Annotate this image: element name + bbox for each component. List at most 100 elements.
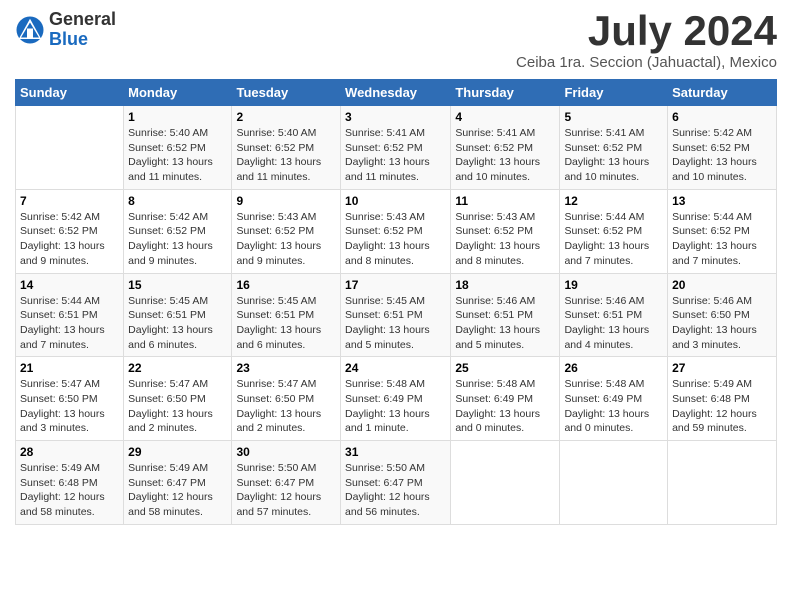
day-info: Sunrise: 5:45 AM Sunset: 6:51 PM Dayligh… <box>345 294 446 353</box>
calendar-cell: 11 Sunrise: 5:43 AM Sunset: 6:52 PM Dayli… <box>451 189 560 273</box>
calendar-cell: 2 Sunrise: 5:40 AM Sunset: 6:52 PM Daylig… <box>232 106 341 190</box>
logo-general-text: General <box>49 10 116 30</box>
calendar-cell: 4 Sunrise: 5:41 AM Sunset: 6:52 PM Daylig… <box>451 106 560 190</box>
calendar-cell: 7Sunrise: 5:42 AM Sunset: 6:52 PM Daylig… <box>16 189 124 273</box>
header-cell-thursday: Thursday <box>451 80 560 106</box>
day-number: 10 <box>345 194 446 208</box>
day-number: 8 <box>128 194 227 208</box>
day-number: 18 <box>455 278 555 292</box>
calendar-cell: 9 Sunrise: 5:43 AM Sunset: 6:52 PM Daylig… <box>232 189 341 273</box>
day-info: Sunrise: 5:43 AM Sunset: 6:52 PM Dayligh… <box>455 210 555 269</box>
calendar-cell: 10 Sunrise: 5:43 AM Sunset: 6:52 PM Dayli… <box>341 189 451 273</box>
day-info: Sunrise: 5:42 AM Sunset: 6:52 PM Dayligh… <box>20 210 119 269</box>
day-number: 1 <box>128 110 227 124</box>
calendar-table: SundayMondayTuesdayWednesdayThursdayFrid… <box>15 79 777 525</box>
title-area: July 2024 Ceiba 1ra. Seccion (Jahuactal)… <box>516 10 777 71</box>
calendar-cell: 8 Sunrise: 5:42 AM Sunset: 6:52 PM Daylig… <box>124 189 232 273</box>
day-number: 16 <box>236 278 336 292</box>
calendar-cell: 30 Sunrise: 5:50 AM Sunset: 6:47 PM Dayli… <box>232 441 341 525</box>
day-info: Sunrise: 5:47 AM Sunset: 6:50 PM Dayligh… <box>20 377 119 436</box>
day-number: 31 <box>345 445 446 459</box>
calendar-cell: 26Sunrise: 5:48 AM Sunset: 6:49 PM Dayli… <box>560 357 668 441</box>
day-number: 13 <box>672 194 772 208</box>
day-info: Sunrise: 5:42 AM Sunset: 6:52 PM Dayligh… <box>128 210 227 269</box>
day-info: Sunrise: 5:43 AM Sunset: 6:52 PM Dayligh… <box>236 210 336 269</box>
day-number: 26 <box>564 361 663 375</box>
day-number: 15 <box>128 278 227 292</box>
day-info: Sunrise: 5:46 AM Sunset: 6:50 PM Dayligh… <box>672 294 772 353</box>
calendar-cell: 29 Sunrise: 5:49 AM Sunset: 6:47 PM Dayli… <box>124 441 232 525</box>
week-row: 28 Sunrise: 5:49 AM Sunset: 6:48 PM Dayli… <box>16 441 777 525</box>
month-title: July 2024 <box>516 10 777 52</box>
calendar-cell: 31 Sunrise: 5:50 AM Sunset: 6:47 PM Dayli… <box>341 441 451 525</box>
day-number: 23 <box>236 361 336 375</box>
header-cell-monday: Monday <box>124 80 232 106</box>
calendar-cell: 25 Sunrise: 5:48 AM Sunset: 6:49 PM Dayli… <box>451 357 560 441</box>
calendar-cell: 12Sunrise: 5:44 AM Sunset: 6:52 PM Dayli… <box>560 189 668 273</box>
page-header: General Blue July 2024 Ceiba 1ra. Seccio… <box>15 10 777 71</box>
calendar-cell <box>451 441 560 525</box>
day-info: Sunrise: 5:48 AM Sunset: 6:49 PM Dayligh… <box>455 377 555 436</box>
day-info: Sunrise: 5:45 AM Sunset: 6:51 PM Dayligh… <box>128 294 227 353</box>
calendar-cell: 21Sunrise: 5:47 AM Sunset: 6:50 PM Dayli… <box>16 357 124 441</box>
header-row: SundayMondayTuesdayWednesdayThursdayFrid… <box>16 80 777 106</box>
day-number: 17 <box>345 278 446 292</box>
calendar-body: 1 Sunrise: 5:40 AM Sunset: 6:52 PM Daylig… <box>16 106 777 525</box>
calendar-header: SundayMondayTuesdayWednesdayThursdayFrid… <box>16 80 777 106</box>
day-number: 29 <box>128 445 227 459</box>
calendar-cell: 27Sunrise: 5:49 AM Sunset: 6:48 PM Dayli… <box>668 357 777 441</box>
calendar-cell: 14 Sunrise: 5:44 AM Sunset: 6:51 PM Dayli… <box>16 273 124 357</box>
logo-blue-text: Blue <box>49 30 116 50</box>
day-info: Sunrise: 5:42 AM Sunset: 6:52 PM Dayligh… <box>672 126 772 185</box>
day-info: Sunrise: 5:41 AM Sunset: 6:52 PM Dayligh… <box>564 126 663 185</box>
calendar-cell: 20Sunrise: 5:46 AM Sunset: 6:50 PM Dayli… <box>668 273 777 357</box>
calendar-cell <box>16 106 124 190</box>
location-title: Ceiba 1ra. Seccion (Jahuactal), Mexico <box>516 54 777 71</box>
calendar-cell: 3 Sunrise: 5:41 AM Sunset: 6:52 PM Daylig… <box>341 106 451 190</box>
day-info: Sunrise: 5:46 AM Sunset: 6:51 PM Dayligh… <box>455 294 555 353</box>
day-number: 28 <box>20 445 119 459</box>
calendar-cell: 19Sunrise: 5:46 AM Sunset: 6:51 PM Dayli… <box>560 273 668 357</box>
day-info: Sunrise: 5:41 AM Sunset: 6:52 PM Dayligh… <box>455 126 555 185</box>
logo: General Blue <box>15 10 116 50</box>
logo-icon <box>15 15 45 45</box>
day-number: 14 <box>20 278 119 292</box>
day-number: 25 <box>455 361 555 375</box>
calendar-cell: 1 Sunrise: 5:40 AM Sunset: 6:52 PM Daylig… <box>124 106 232 190</box>
day-number: 30 <box>236 445 336 459</box>
day-info: Sunrise: 5:50 AM Sunset: 6:47 PM Dayligh… <box>345 461 446 520</box>
calendar-cell <box>668 441 777 525</box>
day-number: 4 <box>455 110 555 124</box>
day-number: 6 <box>672 110 772 124</box>
header-cell-friday: Friday <box>560 80 668 106</box>
day-info: Sunrise: 5:49 AM Sunset: 6:47 PM Dayligh… <box>128 461 227 520</box>
day-info: Sunrise: 5:41 AM Sunset: 6:52 PM Dayligh… <box>345 126 446 185</box>
logo-text: General Blue <box>49 10 116 50</box>
day-info: Sunrise: 5:40 AM Sunset: 6:52 PM Dayligh… <box>128 126 227 185</box>
day-number: 27 <box>672 361 772 375</box>
day-number: 12 <box>564 194 663 208</box>
day-info: Sunrise: 5:48 AM Sunset: 6:49 PM Dayligh… <box>345 377 446 436</box>
day-info: Sunrise: 5:44 AM Sunset: 6:51 PM Dayligh… <box>20 294 119 353</box>
day-number: 3 <box>345 110 446 124</box>
day-info: Sunrise: 5:49 AM Sunset: 6:48 PM Dayligh… <box>20 461 119 520</box>
week-row: 1 Sunrise: 5:40 AM Sunset: 6:52 PM Daylig… <box>16 106 777 190</box>
day-info: Sunrise: 5:40 AM Sunset: 6:52 PM Dayligh… <box>236 126 336 185</box>
day-number: 24 <box>345 361 446 375</box>
day-info: Sunrise: 5:46 AM Sunset: 6:51 PM Dayligh… <box>564 294 663 353</box>
calendar-cell: 13Sunrise: 5:44 AM Sunset: 6:52 PM Dayli… <box>668 189 777 273</box>
calendar-cell: 24 Sunrise: 5:48 AM Sunset: 6:49 PM Dayli… <box>341 357 451 441</box>
header-cell-wednesday: Wednesday <box>341 80 451 106</box>
header-cell-tuesday: Tuesday <box>232 80 341 106</box>
calendar-cell: 17 Sunrise: 5:45 AM Sunset: 6:51 PM Dayli… <box>341 273 451 357</box>
calendar-cell: 28 Sunrise: 5:49 AM Sunset: 6:48 PM Dayli… <box>16 441 124 525</box>
calendar-cell: 15 Sunrise: 5:45 AM Sunset: 6:51 PM Dayli… <box>124 273 232 357</box>
day-number: 2 <box>236 110 336 124</box>
header-cell-saturday: Saturday <box>668 80 777 106</box>
day-info: Sunrise: 5:43 AM Sunset: 6:52 PM Dayligh… <box>345 210 446 269</box>
day-info: Sunrise: 5:50 AM Sunset: 6:47 PM Dayligh… <box>236 461 336 520</box>
day-info: Sunrise: 5:47 AM Sunset: 6:50 PM Dayligh… <box>128 377 227 436</box>
day-number: 9 <box>236 194 336 208</box>
day-number: 11 <box>455 194 555 208</box>
week-row: 14 Sunrise: 5:44 AM Sunset: 6:51 PM Dayli… <box>16 273 777 357</box>
